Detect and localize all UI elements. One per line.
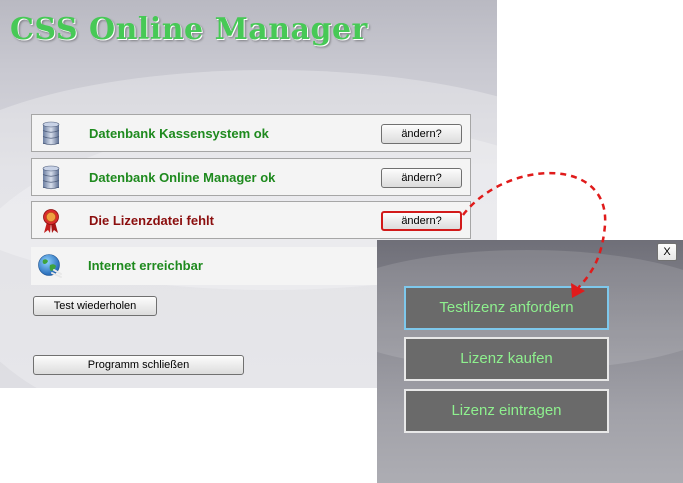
license-dialog: X Testlizenz anfordern Lizenz kaufen Liz… — [377, 240, 683, 483]
buy-license-button[interactable]: Lizenz kaufen — [404, 337, 609, 381]
database-icon — [42, 121, 60, 146]
status-row-license: Die Lizenzdatei fehlt ändern? — [31, 201, 471, 239]
status-label: Datenbank Kassensystem ok — [89, 126, 269, 141]
enter-license-button[interactable]: Lizenz eintragen — [404, 389, 609, 433]
globe-icon — [38, 254, 62, 278]
dialog-close-button[interactable]: X — [657, 243, 677, 261]
status-label: Internet erreichbar — [88, 258, 203, 273]
request-test-license-button[interactable]: Testlizenz anfordern — [404, 286, 609, 330]
ribbon-seal-icon — [43, 209, 59, 233]
close-program-button[interactable]: Programm schließen — [33, 355, 244, 375]
database-icon — [42, 165, 60, 190]
change-db-online-manager-button[interactable]: ändern? — [381, 168, 462, 188]
status-row-db-online-manager: Datenbank Online Manager ok ändern? — [31, 158, 471, 196]
status-label: Datenbank Online Manager ok — [89, 170, 276, 185]
status-label: Die Lizenzdatei fehlt — [89, 213, 214, 228]
change-db-kassensystem-button[interactable]: ändern? — [381, 124, 462, 144]
retest-button[interactable]: Test wiederholen — [33, 296, 157, 316]
app-title: CSS Online Manager — [10, 12, 368, 47]
status-row-db-kassensystem: Datenbank Kassensystem ok ändern? — [31, 114, 471, 152]
change-license-button[interactable]: ändern? — [381, 211, 462, 231]
